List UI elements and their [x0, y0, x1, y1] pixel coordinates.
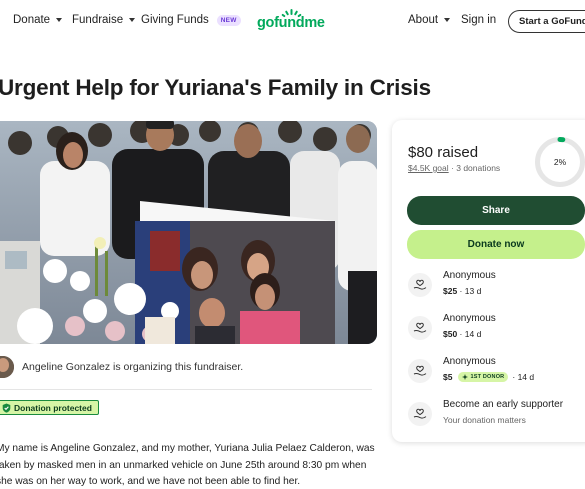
donor-time: 14 d	[464, 329, 482, 339]
chevron-down-icon	[129, 18, 136, 22]
donation-protected-label: Donation protected	[14, 402, 92, 413]
about-menu-label: About	[408, 14, 439, 26]
logo-wordmark: gofundme	[257, 15, 325, 31]
goal-amount[interactable]: $4.5K goal	[408, 163, 449, 173]
campaign-photo-image	[0, 121, 377, 344]
donation-hand-icon	[408, 273, 432, 297]
donor-name: Anonymous	[443, 270, 496, 281]
campaign-photo[interactable]	[0, 121, 377, 344]
story-text: My name is Angeline Gonzalez, and my mot…	[0, 441, 375, 489]
about-menu[interactable]: About	[408, 14, 451, 26]
donor-amount: $50	[443, 329, 458, 339]
early-supporter-item[interactable]: Become an early supporter Your donation …	[408, 399, 585, 431]
donor-meta: $50 · 14 d	[443, 329, 481, 339]
fundraise-menu-label: Fundraise	[72, 14, 124, 26]
story-line: she was on her way to work, and we have …	[0, 476, 301, 487]
organizer-avatar[interactable]	[0, 356, 14, 378]
donor-name: Anonymous	[443, 356, 496, 367]
early-supporter-subtitle: Your donation matters	[443, 415, 526, 425]
giving-funds-link[interactable]: Giving Funds NEW	[141, 14, 241, 26]
chevron-down-icon	[56, 18, 63, 22]
avatar-image	[0, 356, 14, 378]
donor-time: 14 d	[517, 372, 535, 382]
donor-item[interactable]: Anonymous $50 · 14 d	[408, 313, 585, 345]
progress-percent: 2%	[553, 157, 567, 167]
sign-in-label: Sign in	[461, 14, 497, 26]
separator-dot: ·	[457, 329, 465, 339]
sign-in-link[interactable]: Sign in	[461, 14, 496, 26]
donation-protected-badge[interactable]: Donation protected	[0, 400, 99, 415]
first-donor-badge: 1ST DONOR	[458, 372, 509, 382]
first-donor-label: 1ST DONOR	[470, 374, 505, 380]
story-line: My name is Angeline Gonzalez, and my mot…	[0, 443, 375, 454]
donate-menu-label: Donate	[13, 14, 51, 26]
goal-line: $4.5K goal · 3 donations	[408, 163, 500, 173]
share-button[interactable]: Share	[407, 196, 585, 225]
separator-dot: ·	[457, 286, 465, 296]
sparkle-icon	[462, 374, 469, 380]
organizer-row: Angeline Gonzalez is organizing this fun…	[0, 356, 243, 378]
donor-time: 13 d	[464, 286, 482, 296]
new-badge: NEW	[216, 14, 241, 26]
donor-amount: $25	[443, 286, 458, 296]
giving-funds-label: Giving Funds	[141, 14, 209, 26]
chevron-down-icon	[444, 18, 451, 22]
fundraise-menu[interactable]: Fundraise	[72, 14, 136, 26]
amount-raised: $80 raised	[408, 144, 479, 161]
divider	[0, 389, 372, 390]
donation-hand-icon	[408, 316, 432, 340]
donate-now-button[interactable]: Donate now	[407, 230, 585, 259]
organizer-text: Angeline Gonzalez is organizing this fun…	[22, 361, 244, 373]
donation-card: $80 raised $4.5K goal · 3 donations 2% S…	[392, 120, 585, 442]
story-line: taken by masked men in an unmarked vehic…	[0, 459, 367, 471]
start-gofundme-button[interactable]: Start a GoFundMe	[508, 10, 585, 33]
donate-menu[interactable]: Donate	[13, 14, 63, 26]
donor-meta: $25 · 13 d	[443, 286, 481, 296]
page-title: Urgent Help for Yuriana's Family in Cris…	[0, 75, 431, 100]
top-nav: Donate Fundraise Giving Funds NEW gofund…	[0, 0, 585, 44]
donation-hand-icon	[408, 402, 432, 426]
early-supporter-title: Become an early supporter	[443, 399, 564, 410]
donation-hand-icon	[408, 359, 432, 383]
donor-item[interactable]: Anonymous $5 1ST DONOR · 14 d	[408, 356, 585, 388]
donor-meta: $5 1ST DONOR · 14 d	[443, 372, 534, 382]
shield-check-icon	[2, 403, 11, 413]
donor-amount: $5	[443, 372, 453, 382]
donation-count: 3 donations	[456, 163, 501, 173]
gofundme-logo[interactable]: gofundme	[257, 8, 329, 34]
donor-name: Anonymous	[443, 313, 496, 324]
donor-item[interactable]: Anonymous $25 · 13 d	[408, 270, 585, 302]
